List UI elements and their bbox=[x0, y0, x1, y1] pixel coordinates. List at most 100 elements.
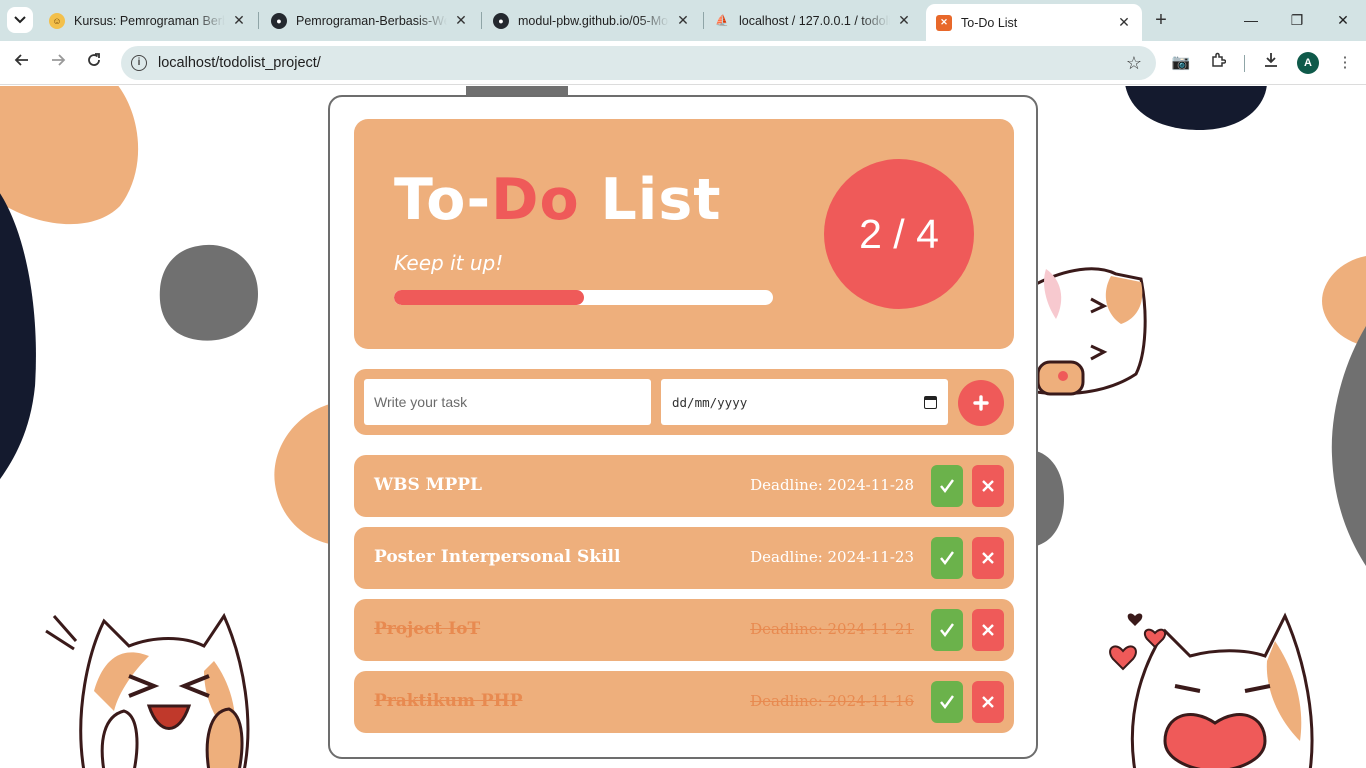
page-content: To-Do List Keep it up! 2 / 4 dd/mm/yyyy … bbox=[0, 86, 1366, 768]
complete-task-button[interactable] bbox=[931, 537, 963, 579]
tab-phpmyadmin[interactable]: ⛵ localhost / 127.0.0.1 / todolist ✕ bbox=[704, 5, 922, 36]
tab-github-repo[interactable]: ● Pemrograman-Berbasis-Web ✕ bbox=[261, 5, 479, 36]
task-counter-badge: 2 / 4 bbox=[824, 159, 974, 309]
close-window-button[interactable]: ✕ bbox=[1331, 9, 1355, 31]
plus-icon bbox=[973, 395, 989, 411]
menu-kebab-icon[interactable]: ⋮ bbox=[1334, 52, 1356, 74]
restore-button[interactable]: ❐ bbox=[1285, 9, 1309, 31]
profile-avatar[interactable]: A bbox=[1297, 52, 1319, 74]
cat-sticker-heart bbox=[1109, 612, 1314, 768]
github-icon: ● bbox=[493, 12, 509, 29]
moodle-favicon-icon: ☺ bbox=[49, 12, 65, 29]
check-icon bbox=[940, 623, 954, 637]
tab-todo-list[interactable]: ✕ To-Do List ✕ bbox=[926, 4, 1142, 41]
calendar-icon[interactable] bbox=[924, 395, 937, 409]
task-deadline: Deadline: 2024-11-16 bbox=[750, 692, 914, 710]
tab-title: Kursus: Pemrograman Berbasis Web bbox=[74, 13, 225, 28]
hero-panel: To-Do List Keep it up! 2 / 4 bbox=[354, 119, 1014, 349]
complete-task-button[interactable] bbox=[931, 681, 963, 723]
tab-title: To-Do List bbox=[961, 15, 1018, 30]
tab-modul-pbw[interactable]: ● modul-pbw.github.io/05-Mod ✕ bbox=[483, 5, 701, 36]
extensions-puzzle-icon[interactable] bbox=[1207, 52, 1229, 74]
close-tab-icon[interactable]: ✕ bbox=[675, 12, 691, 29]
back-button[interactable] bbox=[10, 51, 34, 75]
arrow-right-icon bbox=[52, 54, 66, 66]
tab-separator bbox=[481, 12, 482, 29]
browser-toolbar: i localhost/todolist_project/ ☆ 📷 ⋮ bbox=[0, 41, 1366, 85]
check-icon bbox=[940, 551, 954, 565]
title-part: To- bbox=[394, 167, 492, 233]
xampp-icon: ✕ bbox=[936, 14, 952, 31]
progress-fill bbox=[394, 290, 584, 305]
complete-task-button[interactable] bbox=[931, 465, 963, 507]
delete-task-button[interactable] bbox=[972, 609, 1004, 651]
progress-bar bbox=[394, 290, 773, 305]
arrow-left-icon bbox=[14, 54, 28, 66]
delete-task-button[interactable] bbox=[972, 465, 1004, 507]
reload-button[interactable] bbox=[82, 51, 106, 75]
date-placeholder: dd/mm/yyyy bbox=[672, 394, 748, 410]
task-item: Poster Interpersonal Skill Deadline: 202… bbox=[354, 527, 1014, 589]
task-item: Praktikum PHP Deadline: 2024-11-16 bbox=[354, 671, 1014, 733]
tab-separator bbox=[258, 12, 259, 29]
todo-card: To-Do List Keep it up! 2 / 4 dd/mm/yyyy … bbox=[328, 95, 1038, 759]
close-tab-icon[interactable]: ✕ bbox=[1116, 14, 1132, 31]
address-bar[interactable]: i localhost/todolist_project/ ☆ bbox=[121, 46, 1156, 80]
github-icon: ● bbox=[271, 12, 287, 29]
cat-sticker-excited bbox=[45, 612, 250, 768]
bookmark-star-icon[interactable]: ☆ bbox=[1126, 53, 1142, 74]
task-item: Project IoT Deadline: 2024-11-21 bbox=[354, 599, 1014, 661]
forward-button[interactable] bbox=[46, 51, 70, 75]
site-info-icon[interactable]: i bbox=[131, 55, 147, 71]
tab-strip: ☺ Kursus: Pemrograman Berbasis Web ✕ ● P… bbox=[0, 0, 1366, 41]
close-icon bbox=[982, 552, 994, 564]
check-icon bbox=[940, 479, 954, 493]
url-text: localhost/todolist_project/ bbox=[158, 55, 321, 71]
decor-blob-gray bbox=[1036, 451, 1064, 546]
minimize-button[interactable]: — bbox=[1239, 9, 1263, 31]
decor-blob-orange bbox=[274, 404, 330, 544]
decor-blob-gray bbox=[1331, 326, 1366, 566]
deadline-date-field[interactable]: dd/mm/yyyy bbox=[661, 379, 948, 425]
task-item: WBS MPPL Deadline: 2024-11-28 bbox=[354, 455, 1014, 517]
tab-kursus[interactable]: ☺ Kursus: Pemrograman Berbasis Web ✕ bbox=[39, 5, 257, 36]
task-name: Poster Interpersonal Skill bbox=[374, 547, 621, 567]
tab-title: Pemrograman-Berbasis-Web bbox=[296, 13, 447, 28]
tab-title: localhost / 127.0.0.1 / todolist bbox=[739, 13, 890, 28]
new-tab-button[interactable]: + bbox=[1150, 9, 1172, 31]
task-name: Project IoT bbox=[374, 619, 481, 639]
decor-blob-gray bbox=[159, 244, 258, 341]
delete-task-button[interactable] bbox=[972, 537, 1004, 579]
complete-task-button[interactable] bbox=[931, 609, 963, 651]
task-name: WBS MPPL bbox=[374, 475, 482, 495]
task-deadline: Deadline: 2024-11-21 bbox=[750, 620, 914, 638]
check-icon bbox=[940, 695, 954, 709]
cat-sticker-peeking bbox=[1036, 267, 1147, 396]
delete-task-button[interactable] bbox=[972, 681, 1004, 723]
close-icon bbox=[982, 696, 994, 708]
motivation-text: Keep it up! bbox=[394, 251, 504, 275]
close-icon bbox=[982, 624, 994, 636]
download-icon[interactable] bbox=[1260, 52, 1282, 74]
chevron-down-icon bbox=[14, 16, 26, 24]
task-deadline: Deadline: 2024-11-23 bbox=[750, 548, 914, 566]
add-task-button[interactable] bbox=[958, 380, 1004, 426]
tab-search-button[interactable] bbox=[7, 7, 33, 33]
close-tab-icon[interactable]: ✕ bbox=[231, 12, 247, 29]
title-accent: Do bbox=[491, 167, 580, 233]
camera-icon[interactable]: 📷 bbox=[1170, 52, 1192, 74]
toolbar-separator bbox=[1244, 55, 1245, 72]
decor-blob-navy bbox=[1125, 86, 1267, 130]
close-tab-icon[interactable]: ✕ bbox=[453, 12, 469, 29]
add-task-form: dd/mm/yyyy bbox=[354, 369, 1014, 435]
page-title: To-Do List bbox=[394, 167, 722, 233]
decor-blob-navy bbox=[0, 193, 36, 480]
task-name: Praktikum PHP bbox=[374, 691, 523, 711]
reload-icon bbox=[88, 53, 100, 66]
task-deadline: Deadline: 2024-11-28 bbox=[750, 476, 914, 494]
task-input[interactable] bbox=[364, 379, 651, 425]
close-icon bbox=[982, 480, 994, 492]
phpmyadmin-icon: ⛵ bbox=[715, 15, 729, 27]
close-tab-icon[interactable]: ✕ bbox=[896, 12, 912, 29]
tab-title: modul-pbw.github.io/05-Mod bbox=[518, 13, 669, 28]
